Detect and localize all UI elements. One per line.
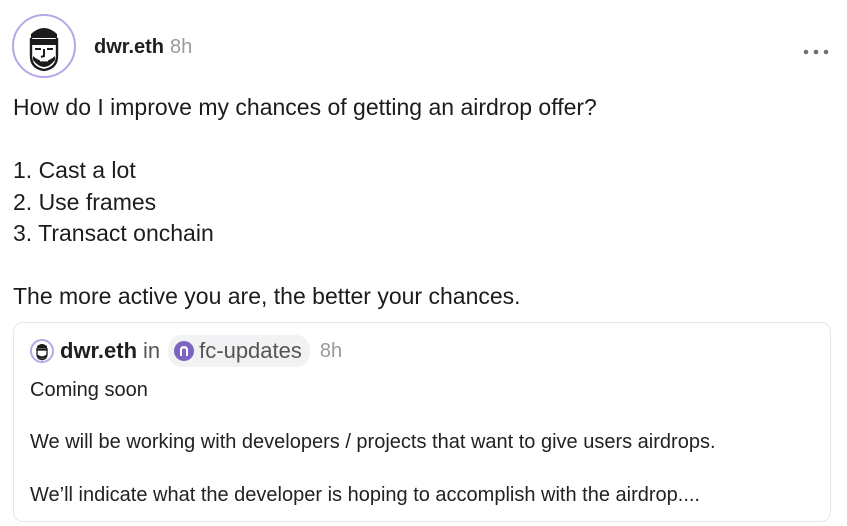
channel-chip[interactable]: fc-updates	[168, 335, 310, 367]
author-name[interactable]: dwr.eth	[94, 36, 164, 58]
quoted-cast-header: dwr.eth in fc-updates 8h	[30, 335, 342, 367]
avatar-face-icon	[29, 28, 59, 72]
channel-name: fc-updates	[199, 338, 302, 363]
cast-text-line: 3. Transact onchain	[13, 220, 214, 246]
post-timestamp: 8h	[170, 36, 193, 58]
avatar-face-icon	[36, 344, 48, 361]
quoted-in-label: in	[143, 338, 161, 363]
quoted-cast-card[interactable]: dwr.eth in fc-updates 8h Coming soon We …	[13, 322, 831, 522]
quoted-author-avatar[interactable]	[30, 339, 54, 363]
channel-arch-icon	[174, 341, 195, 361]
cast-body: How do I improve my chances of getting a…	[13, 92, 833, 313]
quoted-timestamp: 8h	[319, 339, 343, 362]
quoted-text-line: We will be working with developers / pro…	[30, 431, 716, 453]
cast-text-line: How do I improve my chances of getting a…	[13, 94, 597, 120]
cast-text-line: 1. Cast a lot	[13, 157, 136, 183]
author-row: dwr.eth 8h	[94, 34, 192, 60]
cast-text-line: The more active you are, the better your…	[13, 283, 521, 309]
quoted-text-line: Coming soon	[30, 379, 148, 401]
ellipsis-icon	[803, 49, 829, 55]
more-options-button[interactable]	[800, 40, 832, 64]
cast-text-line: 2. Use frames	[13, 188, 157, 215]
quoted-author-name[interactable]: dwr.eth	[60, 338, 137, 364]
quoted-text-line: We’ll indicate what the developer is hop…	[30, 484, 700, 506]
author-avatar[interactable]	[12, 14, 76, 78]
